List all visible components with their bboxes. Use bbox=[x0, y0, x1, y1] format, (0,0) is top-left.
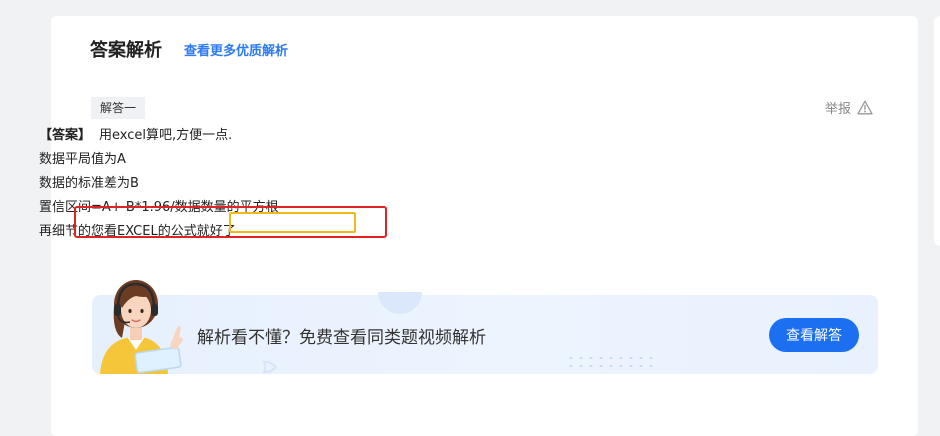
more-analysis-link[interactable]: 查看更多优质解析 bbox=[184, 40, 288, 59]
answer-line: 数据平局值为A bbox=[39, 152, 126, 167]
answer-line: 【答案】 用excel算吧,方便一点. bbox=[39, 124, 279, 148]
warning-icon bbox=[857, 100, 873, 115]
side-card bbox=[934, 16, 940, 246]
answer-label: 【答案】 bbox=[39, 128, 92, 143]
answer-line: 数据的标准差为B bbox=[39, 176, 139, 191]
banner-text: 解析看不懂？免费查看同类题视频解析 bbox=[197, 328, 486, 348]
view-solution-button[interactable]: 查看解答 bbox=[769, 318, 859, 352]
answer-tag: 解答一 bbox=[91, 97, 146, 119]
play-shape-icon bbox=[262, 360, 278, 374]
report-button[interactable]: 举报 bbox=[825, 98, 873, 117]
answer-text: 用excel算吧,方便一点. bbox=[99, 128, 233, 143]
customer-service-avatar bbox=[100, 280, 183, 374]
report-label: 举报 bbox=[825, 102, 852, 117]
highlight-box-yellow bbox=[229, 212, 356, 233]
section-title: 答案解析 bbox=[90, 40, 162, 61]
decorative-dots bbox=[566, 354, 654, 372]
